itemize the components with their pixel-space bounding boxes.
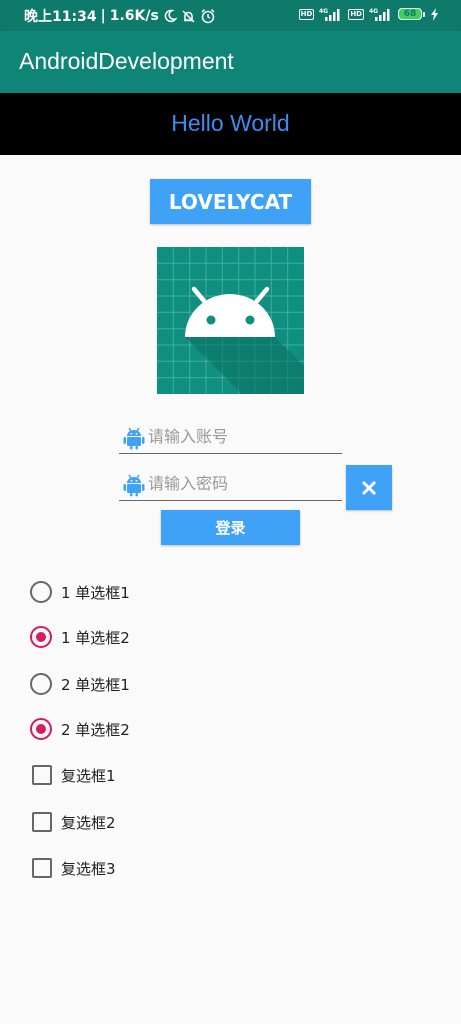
checkbox[interactable] xyxy=(32,858,52,878)
mute-bell-icon xyxy=(182,9,195,23)
radio-button[interactable] xyxy=(30,718,52,740)
signal-icon: 4G xyxy=(369,8,390,21)
checkbox-label: 复选框2 xyxy=(61,813,116,832)
radio-label: 2 单选框2 xyxy=(61,720,130,739)
android-icon xyxy=(123,427,145,450)
lovelycat-button[interactable]: LOVELYCAT xyxy=(150,179,311,224)
android-logo-icon xyxy=(157,247,304,394)
radio-option[interactable]: 1 单选框1 xyxy=(30,580,130,604)
password-input[interactable] xyxy=(148,470,338,496)
checkbox[interactable] xyxy=(32,812,52,832)
hd-badge: HD xyxy=(348,8,364,20)
status-bar: 晚上11:34 | 1.6K/s HD 4G HD 4G 68 xyxy=(0,0,461,31)
close-icon xyxy=(361,480,377,495)
login-button[interactable]: 登录 xyxy=(161,510,300,545)
app-bar: AndroidDevelopment xyxy=(0,31,461,93)
hello-text: Hello World xyxy=(171,110,290,136)
checkbox-option[interactable]: 复选框1 xyxy=(30,763,116,787)
clear-button[interactable] xyxy=(346,465,392,510)
battery-icon: 68 xyxy=(398,8,425,20)
android-icon xyxy=(123,474,145,497)
checkbox-option[interactable]: 复选框3 xyxy=(30,856,116,880)
alarm-icon xyxy=(201,8,215,24)
charging-icon xyxy=(431,7,438,21)
account-field[interactable] xyxy=(119,420,342,454)
app-title: AndroidDevelopment xyxy=(19,48,234,74)
signal-icon: 4G xyxy=(319,8,340,21)
checkbox-option[interactable]: 复选框2 xyxy=(30,810,116,834)
password-field[interactable] xyxy=(119,467,342,501)
checkbox-label: 复选框3 xyxy=(61,859,116,878)
network-type: 4G xyxy=(369,8,378,15)
status-time: 晚上11:34 xyxy=(24,9,97,25)
radio-button[interactable] xyxy=(30,626,52,648)
radio-label: 1 单选框1 xyxy=(61,583,130,602)
account-input[interactable] xyxy=(148,423,338,449)
hd-badge: HD xyxy=(298,8,315,20)
checkbox[interactable] xyxy=(32,765,52,785)
radio-button[interactable] xyxy=(30,581,52,603)
status-separator: | xyxy=(100,8,106,24)
network-type: 4G xyxy=(319,8,328,15)
status-right: HD 4G HD 4G 68 xyxy=(298,7,439,21)
radio-option[interactable]: 2 单选框2 xyxy=(30,717,130,741)
checkbox-label: 复选框1 xyxy=(61,766,116,785)
radio-option[interactable]: 2 单选框1 xyxy=(30,672,130,696)
moon-icon xyxy=(164,9,177,23)
radio-label: 2 单选框1 xyxy=(61,675,130,694)
radio-label: 1 单选框2 xyxy=(61,628,130,647)
status-left: 晚上11:34 | 1.6K/s xyxy=(24,6,216,26)
status-speed: 1.6K/s xyxy=(109,8,159,24)
radio-option[interactable]: 1 单选框2 xyxy=(30,625,130,649)
radio-button[interactable] xyxy=(30,673,52,695)
hello-banner: Hello World xyxy=(0,93,461,155)
battery-level: 68 xyxy=(398,8,422,20)
